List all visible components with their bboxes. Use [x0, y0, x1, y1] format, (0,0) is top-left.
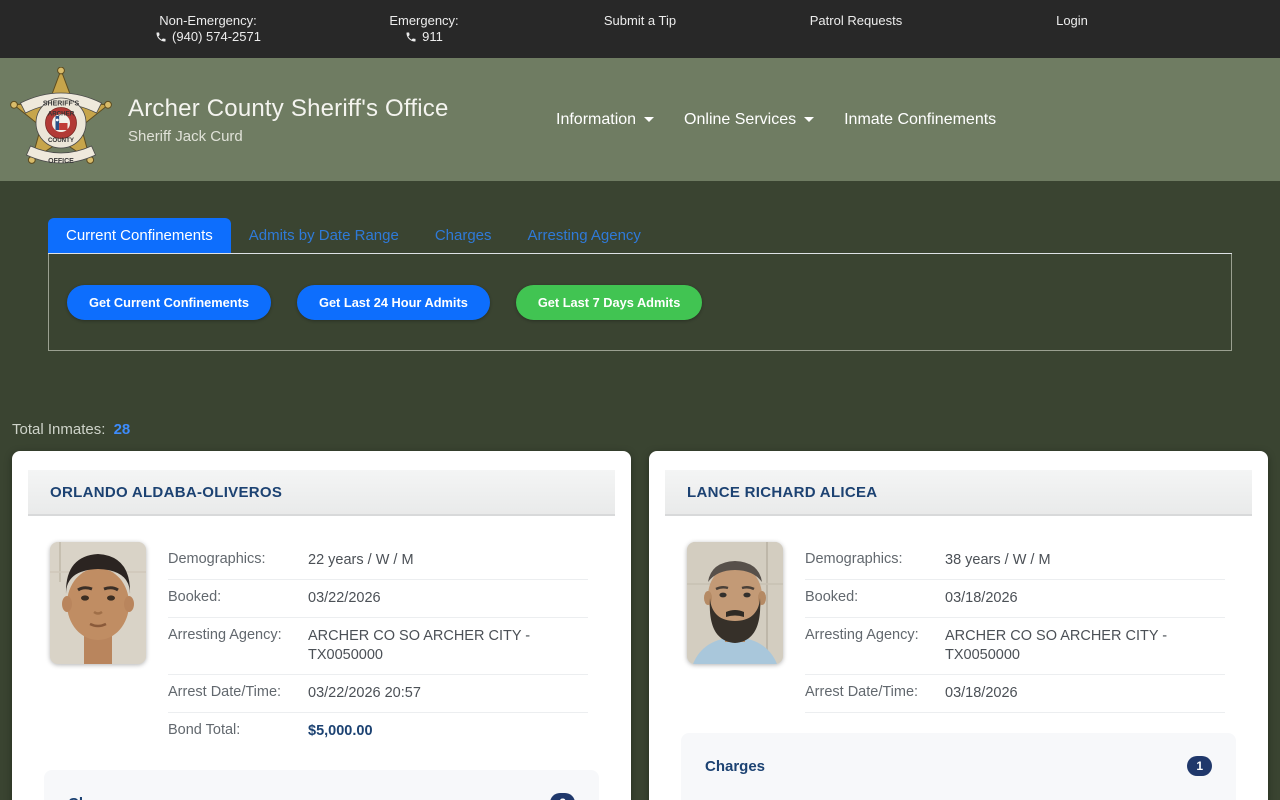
charges-count-badge: 2 [550, 793, 575, 800]
caret-down-icon [804, 117, 815, 122]
nav-inmate-confinements[interactable]: Inmate Confinements [844, 111, 996, 129]
inmate-name-bar: ORLANDO ALDABA-OLIVEROS [28, 470, 615, 516]
inmate-cards-row: ORLANDO ALDABA-OLIVEROS Demographics: 22… [12, 451, 1268, 800]
get-current-confinements-button[interactable]: Get Current Confinements [67, 285, 271, 320]
nav-online-services[interactable]: Online Services [684, 111, 815, 129]
get-last-7-days-admits-button[interactable]: Get Last 7 Days Admits [515, 285, 703, 320]
inmate-name: LANCE RICHARD ALICEA [687, 483, 878, 501]
site-title: Archer County Sheriff's Office [128, 94, 449, 122]
emergency-phone-link[interactable]: 911 [422, 29, 443, 45]
detail-row-arresting-agency: Arresting Agency: ARCHER CO SO ARCHER CI… [805, 618, 1225, 675]
non-emergency-label: Non-Emergency: [159, 13, 257, 28]
svg-text:SHERIFF'S: SHERIFF'S [43, 100, 80, 107]
emergency-contact: Emergency: 911 [316, 0, 532, 58]
charges-section: Charges 1 1 ASSAULT CAUSES BODILY INJURY… [681, 733, 1236, 800]
caret-down-icon [644, 117, 655, 122]
inmate-details-table: Demographics: 22 years / W / M Booked: 0… [168, 542, 588, 750]
phone-icon [405, 31, 417, 43]
detail-row-arresting-agency: Arresting Agency: ARCHER CO SO ARCHER CI… [168, 618, 588, 675]
detail-row-demographics: Demographics: 38 years / W / M [805, 542, 1225, 580]
detail-row-arrest-datetime: Arrest Date/Time: 03/18/2026 [805, 675, 1225, 713]
main-navigation: Information Online Services Inmate Confi… [556, 58, 996, 181]
svg-text:COUNTY: COUNTY [48, 137, 75, 144]
sheriff-badge-logo: SHERIFF'S ARCHER COUNTY OFFICE [8, 66, 114, 173]
patrol-requests-link[interactable]: Patrol Requests [810, 13, 903, 28]
detail-row-bond-total: Bond Total: $5,000.00 [168, 722, 373, 739]
top-utility-bar: Non-Emergency: (940) 574-2571 Emergency:… [0, 0, 1280, 58]
total-inmates-count: 28 [113, 421, 131, 438]
charges-title: Charges [68, 795, 128, 800]
site-subtitle: Sheriff Jack Curd [128, 127, 243, 145]
phone-icon [155, 31, 167, 43]
inmate-name-bar: LANCE RICHARD ALICEA [665, 470, 1252, 516]
non-emergency-phone-link[interactable]: (940) 574-2571 [172, 29, 261, 45]
inmate-name: ORLANDO ALDABA-OLIVEROS [50, 483, 283, 501]
inmate-details-table: Demographics: 38 years / W / M Booked: 0… [805, 542, 1225, 713]
total-inmates-summary: Total Inmates: 28 [12, 421, 1280, 438]
detail-row-arrest-datetime: Arrest Date/Time: 03/22/2026 20:57 [168, 675, 588, 713]
non-emergency-contact: Non-Emergency: (940) 574-2571 [100, 0, 316, 58]
detail-row-booked: Booked: 03/22/2026 [168, 580, 588, 618]
login-link[interactable]: Login [1056, 13, 1088, 28]
charges-title: Charges [705, 757, 766, 775]
inmate-mugshot [687, 542, 783, 664]
charges-section: Charges 2 [44, 770, 599, 800]
tab-current-confinements[interactable]: Current Confinements [48, 218, 231, 253]
get-last-24-hour-admits-button[interactable]: Get Last 24 Hour Admits [296, 285, 490, 320]
submit-a-tip-link[interactable]: Submit a Tip [604, 13, 676, 28]
svg-text:ARCHER: ARCHER [48, 110, 75, 117]
total-inmates-label: Total Inmates: [12, 421, 106, 438]
detail-row-demographics: Demographics: 22 years / W / M [168, 542, 588, 580]
inmate-card: LANCE RICHARD ALICEA Demographics: 38 ye… [649, 451, 1268, 800]
site-header: SHERIFF'S ARCHER COUNTY OFFICE Archer Co… [0, 58, 1280, 181]
tab-panel: Get Current Confinements Get Last 24 Hou… [48, 254, 1232, 351]
tab-admits-by-date-range[interactable]: Admits by Date Range [231, 218, 417, 253]
tab-charges[interactable]: Charges [417, 218, 510, 253]
tab-arresting-agency[interactable]: Arresting Agency [510, 218, 659, 253]
inmate-mugshot [50, 542, 146, 664]
charges-count-badge: 1 [1187, 756, 1212, 776]
inmate-card: ORLANDO ALDABA-OLIVEROS Demographics: 22… [12, 451, 631, 800]
detail-row-booked: Booked: 03/18/2026 [805, 580, 1225, 618]
svg-text:OFFICE: OFFICE [48, 158, 74, 165]
nav-information[interactable]: Information [556, 111, 655, 129]
confinements-tabs: Current Confinements Admits by Date Rang… [48, 218, 1232, 351]
emergency-label: Emergency: [389, 13, 459, 28]
